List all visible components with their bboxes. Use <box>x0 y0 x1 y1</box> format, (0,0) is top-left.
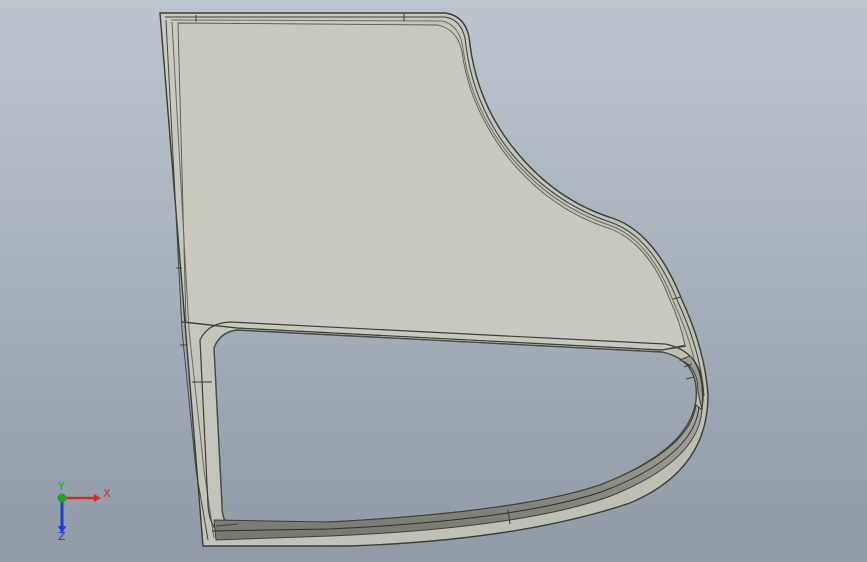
panel-upper-face <box>177 22 686 351</box>
triad-arc <box>64 496 87 514</box>
3d-viewport[interactable]: X Y Z <box>0 0 867 562</box>
x-axis-arrow <box>94 494 101 502</box>
coordinate-triad: X Y Z <box>40 478 120 548</box>
door-panel-model[interactable] <box>0 0 867 562</box>
y-axis-label: Y <box>58 480 65 493</box>
x-axis-label: X <box>103 487 111 500</box>
z-axis-label: Z <box>58 530 66 543</box>
y-axis-dot <box>57 493 67 503</box>
